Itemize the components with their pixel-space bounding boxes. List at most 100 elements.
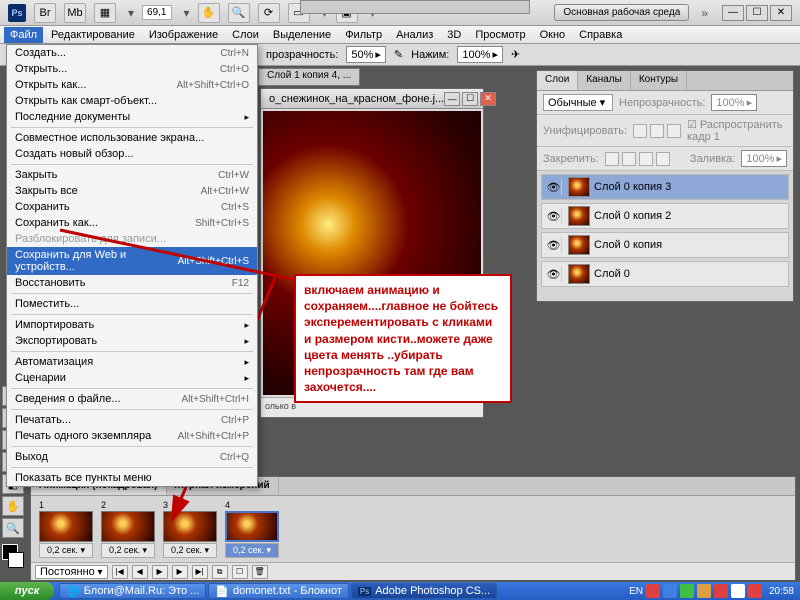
doc-minimize-button[interactable]: — [444,92,460,106]
menu-справка[interactable]: Справка [573,27,628,43]
first-frame-button[interactable]: |◀ [112,565,128,579]
menu-окно[interactable]: Окно [534,27,572,43]
menu-файл[interactable]: Файл [4,27,43,43]
menu-item[interactable]: Совместное использование экрана... [7,130,257,146]
layer-row[interactable]: 👁 Слой 0 копия 3 [541,174,789,200]
animation-frame[interactable]: 20,2 сек. ▾ [99,500,157,558]
menu-item[interactable]: ВосстановитьF12 [7,275,257,291]
view-mode-icon[interactable]: ▦ [94,3,116,23]
tray-icon[interactable] [748,584,762,598]
taskbar-item[interactable]: 📄domonet.txt - Блокнот [208,583,349,599]
lock-icons[interactable] [605,152,670,166]
animation-frame[interactable]: 10,2 сек. ▾ [37,500,95,558]
chevron-down-icon[interactable]: ▾ [184,6,190,20]
menu-item[interactable]: Открыть как...Alt+Shift+Ctrl+O [7,77,257,93]
zoom-icon[interactable]: 🔍 [228,3,250,23]
menu-item[interactable]: Автоматизация [7,354,257,370]
hand-icon[interactable]: ✋ [198,3,220,23]
new-frame-button[interactable]: ☐ [232,565,248,579]
language-indicator[interactable]: EN [629,586,643,597]
visibility-icon[interactable]: 👁 [546,266,562,282]
chevron-down-icon[interactable]: ▾ [128,6,134,20]
menu-item[interactable]: ВыходCtrl+Q [7,449,257,465]
visibility-icon[interactable]: 👁 [546,179,562,195]
doc-close-button[interactable]: ✕ [480,92,496,106]
menu-item[interactable]: Сведения о файле...Alt+Shift+Ctrl+I [7,391,257,407]
tray-icon[interactable] [697,584,711,598]
flow-input[interactable]: 100% ▸ [457,46,503,63]
taskbar-item[interactable]: 🌐Блоги@Mail.Ru: Это ... [59,583,206,599]
background-swatch[interactable] [8,552,24,568]
clock[interactable]: 20:58 [769,586,794,597]
doc-maximize-button[interactable]: ☐ [462,92,478,106]
layer-opacity-input[interactable]: 100% ▸ [711,94,757,111]
menu-item[interactable]: Поместить... [7,296,257,312]
layer-row[interactable]: 👁 Слой 0 копия [541,232,789,258]
document-tab[interactable]: Слой 1 копия 4, ... [258,68,360,86]
menu-item[interactable]: Создать...Ctrl+N [7,45,257,61]
animation-frame[interactable]: 40,2 сек. ▾ [223,500,281,558]
layer-thumbnail[interactable] [568,177,590,197]
layer-thumbnail[interactable] [568,206,590,226]
tray-icon[interactable] [714,584,728,598]
visibility-icon[interactable]: 👁 [546,208,562,224]
frame-delay[interactable]: 0,2 сек. ▾ [39,543,93,558]
tray-icon[interactable] [731,584,745,598]
menu-3d[interactable]: 3D [441,27,467,43]
frame-delay[interactable]: 0,2 сек. ▾ [225,543,279,558]
layer-name[interactable]: Слой 0 [594,268,630,280]
panel-tab[interactable]: Слои [537,71,578,90]
rotate-icon[interactable]: ⟳ [258,3,280,23]
menu-анализ[interactable]: Анализ [390,27,439,43]
layer-name[interactable]: Слой 0 копия [594,239,662,251]
tray-icon[interactable] [663,584,677,598]
animation-frame[interactable]: 30,2 сек. ▾ [161,500,219,558]
loop-select[interactable]: Постоянно ▾ [35,565,108,579]
last-frame-button[interactable]: ▶| [192,565,208,579]
panel-tab[interactable]: Каналы [578,71,631,90]
airbrush-icon[interactable]: ✈ [511,48,520,61]
layer-thumbnail[interactable] [568,264,590,284]
zoom-input[interactable]: 69,1 [142,5,171,20]
frame-thumbnail[interactable] [101,511,155,542]
tray-icon[interactable] [646,584,660,598]
layer-name[interactable]: Слой 0 копия 3 [594,181,671,193]
menu-item[interactable]: Сохранить как...Shift+Ctrl+S [7,215,257,231]
menu-item[interactable]: Импортировать [7,317,257,333]
mb-icon[interactable]: Mb [64,3,86,23]
unify-icons[interactable] [633,124,681,138]
delete-frame-button[interactable]: 🗑 [252,565,268,579]
menu-просмотр[interactable]: Просмотр [469,27,531,43]
menu-item[interactable]: ЗакрытьCtrl+W [7,167,257,183]
tray-icon[interactable] [680,584,694,598]
pressure-icon[interactable]: ✎ [394,48,403,61]
prev-frame-button[interactable]: ◀ [132,565,148,579]
color-swatches[interactable] [2,544,24,568]
menu-фильтр[interactable]: Фильтр [339,27,388,43]
fill-input[interactable]: 100% ▸ [741,150,787,167]
menu-изображение[interactable]: Изображение [143,27,224,43]
layer-name[interactable]: Слой 0 копия 2 [594,210,671,222]
menu-item[interactable]: Открыть как смарт-объект... [7,93,257,109]
double-chevron-icon[interactable]: » [701,6,708,20]
menu-item[interactable]: Последние документы [7,109,257,125]
menu-редактирование[interactable]: Редактирование [45,27,141,43]
start-button[interactable]: пуск [0,582,54,600]
frame-thumbnail[interactable] [225,511,279,542]
tool-button[interactable]: ✋ [2,496,24,516]
menu-item[interactable]: Печатать...Ctrl+P [7,412,257,428]
propagate-label[interactable]: Распространить кадр 1 [687,119,782,143]
opacity-input[interactable]: 50% ▸ [346,46,386,63]
play-button[interactable]: ▶ [152,565,168,579]
menu-слои[interactable]: Слои [226,27,265,43]
bridge-icon[interactable]: Br [34,3,56,23]
frame-delay[interactable]: 0,2 сек. ▾ [163,543,217,558]
menu-item[interactable]: Закрыть всеAlt+Ctrl+W [7,183,257,199]
menu-item[interactable]: Показать все пункты меню [7,470,257,486]
menu-item[interactable]: Создать новый обзор... [7,146,257,162]
panel-tab[interactable]: Контуры [631,71,687,90]
visibility-icon[interactable]: 👁 [546,237,562,253]
menu-item[interactable]: Открыть...Ctrl+O [7,61,257,77]
minimize-button[interactable]: — [722,5,744,21]
tween-button[interactable]: ⧉ [212,565,228,579]
